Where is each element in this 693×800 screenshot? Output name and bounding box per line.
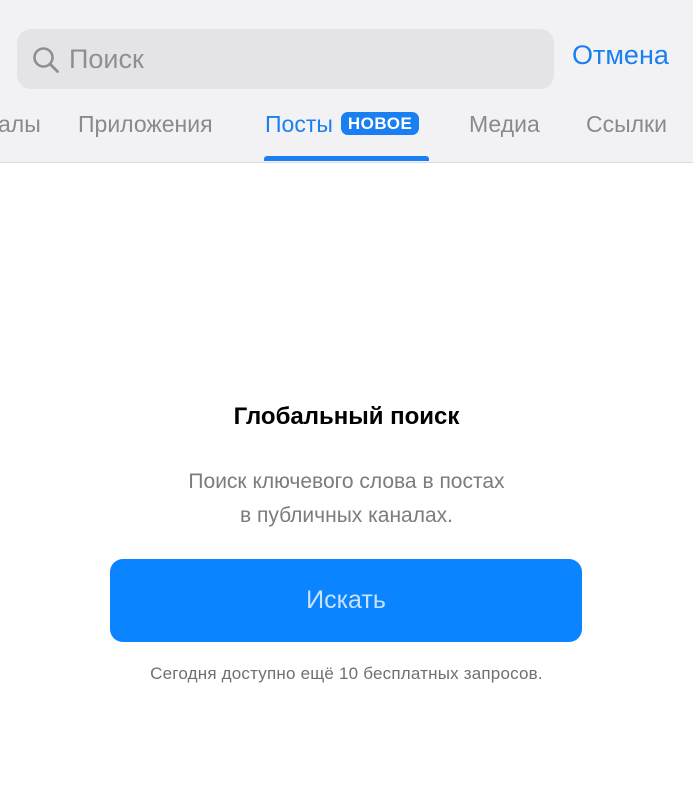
tab-label: Медиа [469,111,540,137]
tab-label: алы [0,111,41,137]
search-icon [33,47,59,73]
search-header: Отмена алы Приложения Посты НОВОЕ Медиа С… [0,0,693,163]
empty-state-title: Глобальный поиск [233,403,460,430]
description-line: Поиск ключевого слова в постах [188,470,505,493]
free-requests-quota: Сегодня доступно ещё 10 бесплатных запро… [150,664,543,683]
description-line: в публичных каналах. [239,504,453,527]
new-badge: НОВОЕ [340,112,420,135]
active-tab-indicator [264,156,429,161]
search-input[interactable] [69,38,539,80]
tab-apps[interactable]: Приложения [78,111,213,138]
tab-posts[interactable]: Посты НОВОЕ [265,111,420,138]
cancel-button[interactable]: Отмена [572,40,669,71]
tab-label: Приложения [78,111,213,137]
tab-channels[interactable]: алы [0,111,41,138]
search-field[interactable] [17,29,554,89]
tab-media[interactable]: Медиа [469,111,540,138]
tab-label: Ссылки [586,111,667,137]
global-search-button[interactable]: Искать [110,559,582,642]
search-tabs: алы Приложения Посты НОВОЕ Медиа Ссылки [0,100,693,162]
empty-state-description: Поиск ключевого слова в постах в публичн… [0,465,693,533]
tab-links[interactable]: Ссылки [586,111,667,138]
tab-label: Посты [265,111,333,137]
